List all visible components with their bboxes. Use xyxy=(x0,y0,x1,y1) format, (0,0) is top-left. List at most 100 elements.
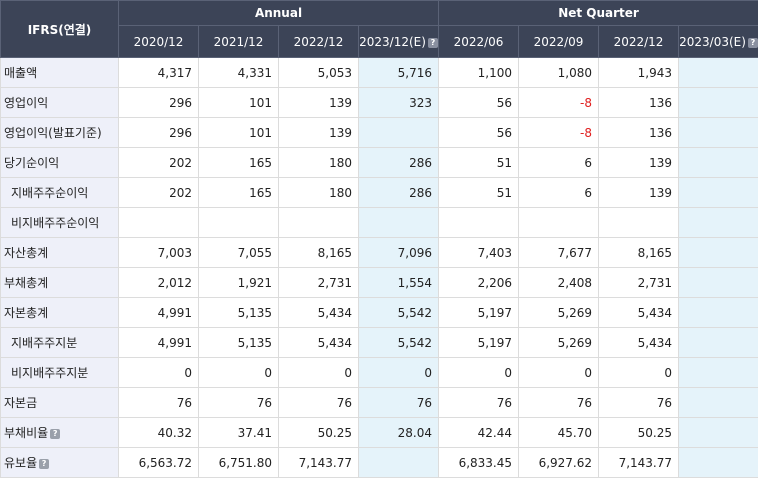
col-header-estimate: 2023/12(E)? xyxy=(359,26,439,58)
row-label[interactable]: 지배주주순이익 xyxy=(1,178,119,208)
table-cell: 6,563.72 xyxy=(119,448,199,478)
table-cell: 4,991 xyxy=(119,298,199,328)
table-row: 지배주주순이익 202 165 180 286 51 6 139 xyxy=(1,178,758,208)
table-row: 유보율? 6,563.72 6,751.80 7,143.77 6,833.45… xyxy=(1,448,758,478)
annual-group-header: Annual xyxy=(119,1,439,26)
row-label: 부채비율 xyxy=(4,426,48,440)
table-cell xyxy=(519,208,599,238)
table-cell: 1,080 xyxy=(519,58,599,88)
table-cell: 0 xyxy=(119,358,199,388)
col-header-label: 2023/03(E) xyxy=(679,35,746,49)
table-cell: 286 xyxy=(359,148,439,178)
table-row: 당기순이익 202 165 180 286 51 6 139 xyxy=(1,148,758,178)
table-cell: 1,100 xyxy=(439,58,519,88)
row-label[interactable]: 자산총계 xyxy=(1,238,119,268)
table-cell: 76 xyxy=(519,388,599,418)
table-cell: 5,135 xyxy=(199,298,279,328)
table-cell xyxy=(359,118,439,148)
row-label[interactable]: 비지배주주순이익 xyxy=(1,208,119,238)
table-cell: 8,165 xyxy=(599,238,679,268)
table-cell: 76 xyxy=(439,388,519,418)
table-cell: 5,269 xyxy=(519,328,599,358)
row-label: 유보율 xyxy=(4,456,37,470)
row-label-with-help[interactable]: 유보율? xyxy=(1,448,119,478)
table-cell xyxy=(679,358,758,388)
table-cell: 180 xyxy=(279,148,359,178)
help-icon[interactable]: ? xyxy=(39,459,49,469)
table-row: 영업이익 296 101 139 323 56 -8 136 xyxy=(1,88,758,118)
help-icon[interactable]: ? xyxy=(428,38,438,48)
table-cell: 76 xyxy=(199,388,279,418)
table-cell: 323 xyxy=(359,88,439,118)
table-body: 매출액 4,317 4,331 5,053 5,716 1,100 1,080 … xyxy=(1,58,758,478)
table-cell xyxy=(439,208,519,238)
table-cell: 7,096 xyxy=(359,238,439,268)
table-cell xyxy=(679,238,758,268)
table-cell: 2,731 xyxy=(599,268,679,298)
row-label-with-help[interactable]: 부채비율? xyxy=(1,418,119,448)
row-label[interactable]: 영업이익(발표기준) xyxy=(1,118,119,148)
table-cell: 0 xyxy=(519,358,599,388)
row-label[interactable]: 자본총계 xyxy=(1,298,119,328)
row-label[interactable]: 부채총계 xyxy=(1,268,119,298)
table-cell: 76 xyxy=(279,388,359,418)
row-label[interactable]: 자본금 xyxy=(1,388,119,418)
table-cell xyxy=(679,58,758,88)
table-cell: 136 xyxy=(599,118,679,148)
col-header: 2022/06 xyxy=(439,26,519,58)
table-cell xyxy=(679,388,758,418)
row-label[interactable]: 비지배주주지분 xyxy=(1,358,119,388)
table-cell xyxy=(679,178,758,208)
row-label[interactable]: 지배주주지분 xyxy=(1,328,119,358)
table-cell: 5,434 xyxy=(599,328,679,358)
table-cell: 56 xyxy=(439,118,519,148)
table-cell: 51 xyxy=(439,178,519,208)
table-cell: 139 xyxy=(599,148,679,178)
table-cell: 5,434 xyxy=(279,328,359,358)
table-cell: 5,542 xyxy=(359,328,439,358)
table-cell: 7,677 xyxy=(519,238,599,268)
table-cell: 296 xyxy=(119,118,199,148)
table-cell xyxy=(679,118,758,148)
help-icon[interactable]: ? xyxy=(748,38,758,48)
table-cell: 5,716 xyxy=(359,58,439,88)
col-header: 2022/12 xyxy=(599,26,679,58)
table-cell xyxy=(679,88,758,118)
table-cell: 165 xyxy=(199,148,279,178)
table-cell: 42.44 xyxy=(439,418,519,448)
row-label[interactable]: 영업이익 xyxy=(1,88,119,118)
table-row: 매출액 4,317 4,331 5,053 5,716 1,100 1,080 … xyxy=(1,58,758,88)
table-cell xyxy=(279,208,359,238)
table-cell xyxy=(679,298,758,328)
table-cell: 1,921 xyxy=(199,268,279,298)
table-cell: 2,206 xyxy=(439,268,519,298)
table-cell: 0 xyxy=(439,358,519,388)
table-row: 영업이익(발표기준) 296 101 139 56 -8 136 xyxy=(1,118,758,148)
help-icon[interactable]: ? xyxy=(50,429,60,439)
table-cell: 5,197 xyxy=(439,328,519,358)
row-label[interactable]: 당기순이익 xyxy=(1,148,119,178)
table-cell: 2,012 xyxy=(119,268,199,298)
table-cell: 7,143.77 xyxy=(279,448,359,478)
table-cell: 139 xyxy=(279,118,359,148)
table-cell: 101 xyxy=(199,88,279,118)
table-cell: 2,408 xyxy=(519,268,599,298)
table-cell xyxy=(599,208,679,238)
table-cell: 286 xyxy=(359,178,439,208)
table-cell: 45.70 xyxy=(519,418,599,448)
table-cell xyxy=(199,208,279,238)
table-row: 자산총계 7,003 7,055 8,165 7,096 7,403 7,677… xyxy=(1,238,758,268)
col-header: 2022/12 xyxy=(279,26,359,58)
table-cell-negative: -8 xyxy=(519,88,599,118)
col-header: 2020/12 xyxy=(119,26,199,58)
table-cell: 7,003 xyxy=(119,238,199,268)
table-cell xyxy=(679,148,758,178)
table-row: 부채총계 2,012 1,921 2,731 1,554 2,206 2,408… xyxy=(1,268,758,298)
table-cell: 101 xyxy=(199,118,279,148)
row-label[interactable]: 매출액 xyxy=(1,58,119,88)
table-cell: 5,135 xyxy=(199,328,279,358)
table-cell: 0 xyxy=(199,358,279,388)
table-cell: 7,055 xyxy=(199,238,279,268)
table-cell: 8,165 xyxy=(279,238,359,268)
table-cell: 296 xyxy=(119,88,199,118)
